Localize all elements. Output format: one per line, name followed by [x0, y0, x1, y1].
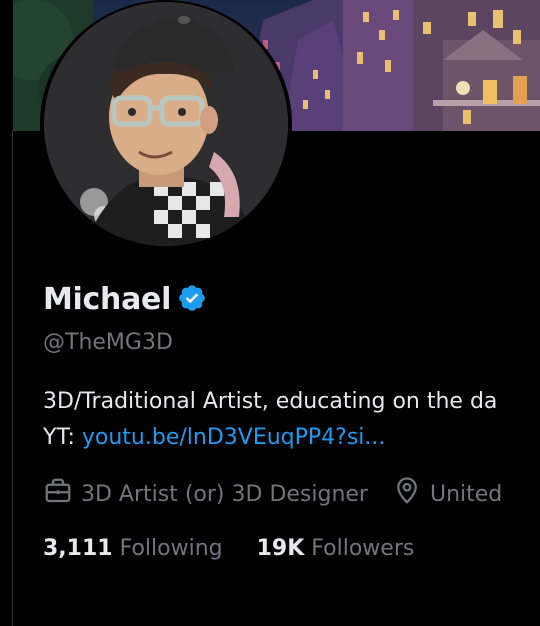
bio-line: 3D/Traditional Artist, educating on the …: [43, 389, 498, 414]
avatar[interactable]: [44, 2, 288, 246]
following-count: 3,111: [43, 536, 113, 561]
bio-line: YT: youtu.be/lnD3VEuqPP4?si...: [43, 420, 497, 456]
display-name-row: Michael: [43, 282, 207, 317]
location-label: United: [429, 481, 503, 507]
profile-category: 3D Artist (or) 3D Designer: [43, 476, 368, 512]
bio-link[interactable]: youtu.be/lnD3VEuqPP4?si...: [82, 425, 386, 450]
profile-page: Michael @TheMG3D 3D/Traditional Artist, …: [0, 0, 540, 626]
following-link[interactable]: 3,111 Following: [43, 536, 223, 561]
following-label: Following: [119, 536, 223, 561]
display-name: Michael: [43, 282, 172, 317]
verified-badge-icon[interactable]: [177, 283, 207, 317]
profile-stats: 3,111 Following 19K Followers: [43, 536, 448, 561]
bio-prefix: YT:: [43, 425, 82, 450]
profile-handle: @TheMG3D: [43, 330, 173, 355]
category-label: 3D Artist (or) 3D Designer: [81, 481, 368, 507]
avatar-illustration: [44, 2, 288, 246]
profile-meta: 3D Artist (or) 3D Designer United: [43, 476, 526, 512]
followers-count: 19K: [256, 536, 305, 561]
followers-label: Followers: [311, 536, 415, 561]
profile-bio: 3D/Traditional Artist, educating on the …: [43, 384, 497, 456]
location-pin-icon: [392, 476, 422, 512]
briefcase-icon: [43, 476, 73, 512]
followers-link[interactable]: 19K Followers: [257, 536, 415, 561]
column-border: [12, 130, 13, 626]
profile-location: United: [392, 476, 502, 512]
